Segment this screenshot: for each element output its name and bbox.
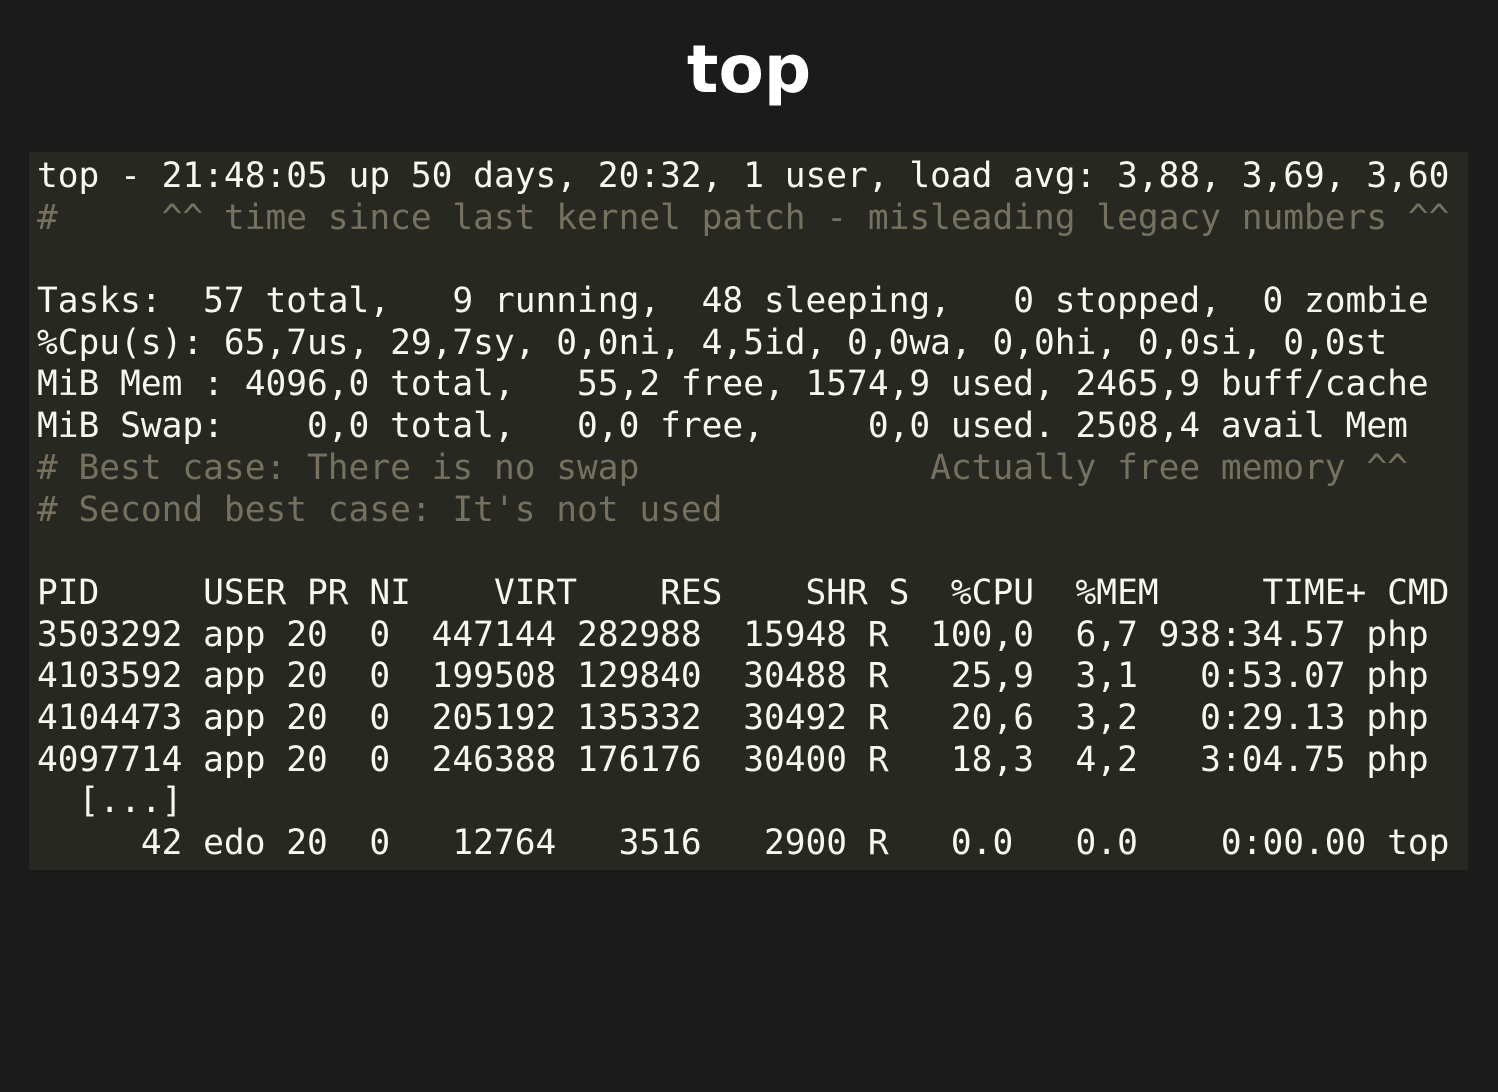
process-row: 4104473 app 20 0 205192 135332 30492 R 2…: [37, 697, 1429, 738]
tasks-line: Tasks: 57 total, 9 running, 48 sleeping,…: [37, 281, 1429, 322]
process-ellipsis: [...]: [37, 781, 183, 822]
process-row: 4097714 app 20 0 246388 176176 30400 R 1…: [37, 739, 1429, 780]
cpu-line: %Cpu(s): 65,7us, 29,7sy, 0,0ni, 4,5id, 0…: [37, 322, 1388, 363]
uptime-line: top - 21:48:05 up 50 days, 20:32, 1 user…: [37, 156, 1450, 196]
process-table-header: PID USER PR NI VIRT RES SHR S %CPU %MEM …: [37, 572, 1450, 613]
uptime-comment: # ^^ time since last kernel patch - misl…: [37, 197, 1450, 238]
process-row: 3503292 app 20 0 447144 282988 15948 R 1…: [37, 614, 1429, 655]
swap-comment-1: # Best case: There is no swap Actually f…: [37, 447, 1408, 488]
page-title: top: [686, 31, 812, 108]
terminal-window: top - 21:48:05 up 50 days, 20:32, 1 user…: [29, 152, 1468, 870]
swap-comment-2: # Second best case: It's not used: [37, 489, 723, 530]
process-row: 4103592 app 20 0 199508 129840 30488 R 2…: [37, 656, 1429, 697]
swap-line: MiB Swap: 0,0 total, 0,0 free, 0,0 used.…: [37, 406, 1408, 447]
process-row: 42 edo 20 0 12764 3516 2900 R 0.0 0.0 0:…: [37, 823, 1450, 863]
mem-line: MiB Mem : 4096,0 total, 55,2 free, 1574,…: [37, 364, 1429, 405]
